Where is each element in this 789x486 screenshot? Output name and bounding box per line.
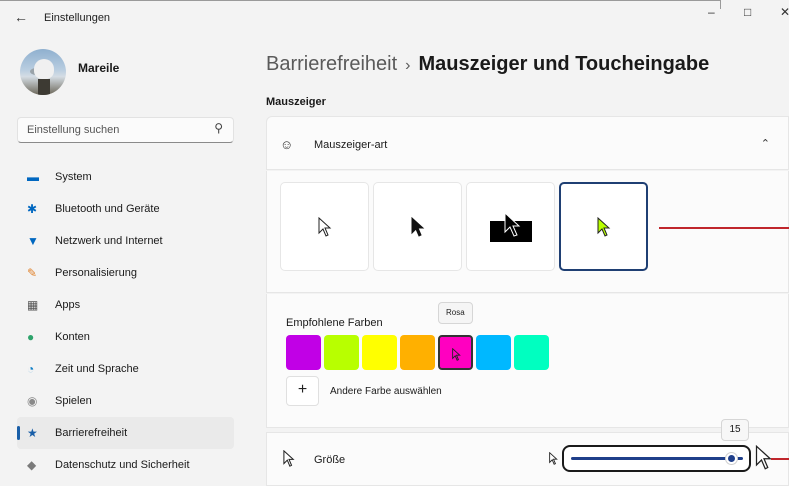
size-label: Größe <box>314 454 346 466</box>
sidebar-item-label: Barrierefreiheit <box>55 427 128 439</box>
apps-icon: ▦ <box>27 298 39 312</box>
maximize-button[interactable]: □ <box>744 5 751 19</box>
sidebar-item-spielen[interactable]: ◉ Spielen <box>17 385 234 417</box>
black-cursor-icon <box>411 216 424 237</box>
pointer-style-label: Mauszeiger-art <box>314 139 388 151</box>
sidebar-item-label: Bluetooth und Geräte <box>55 203 160 215</box>
page-title: Mauszeiger und Toucheingabe <box>418 53 710 75</box>
pointer-size-row: Größe <box>266 432 789 486</box>
white-cursor-icon <box>318 216 331 237</box>
pointer-style-inverted[interactable] <box>466 182 555 271</box>
pointer-style-black[interactable] <box>373 182 462 271</box>
sidebar-item-datenschutz-und-sicherheit[interactable]: ◆ Datenschutz und Sicherheit <box>17 449 234 481</box>
accessibility-icon: ★ <box>27 426 38 440</box>
search-icon[interactable]: ⚲ <box>214 121 223 135</box>
size-slider[interactable] <box>562 445 751 472</box>
minimize-button[interactable]: – <box>708 5 715 19</box>
pen-icon: ✎ <box>27 266 38 280</box>
sidebar-item-personalisierung[interactable]: ✎ Personalisierung <box>17 257 234 289</box>
cursor-style-icon: ☺ <box>280 137 294 152</box>
search-placeholder: Einstellung suchen <box>27 124 120 136</box>
avatar-post <box>38 79 50 95</box>
shield-icon: ◆ <box>27 458 37 472</box>
slider-track[interactable] <box>571 457 743 460</box>
back-arrow-icon[interactable]: ← <box>14 9 28 25</box>
sidebar-item-bluetooth-und-ger-te[interactable]: ✱ Bluetooth und Geräte <box>17 193 234 225</box>
recommended-colors-panel: Empfohlene Farben Rosa + Andere Farbe au… <box>266 294 789 428</box>
sidebar-item-label: Zeit und Sprache <box>55 363 139 375</box>
plus-icon: + <box>297 381 308 398</box>
pointer-style-white[interactable] <box>280 182 369 271</box>
sidebar-item-apps[interactable]: ▦ Apps <box>17 289 234 321</box>
avatar-seagull <box>34 59 54 79</box>
profile-name: Mareile <box>78 61 120 75</box>
sidebar-nav: ▬ System ✱ Bluetooth und Geräte ▼ Netzwerk un… <box>17 161 234 481</box>
inverted-cursor-icon <box>489 211 532 242</box>
color-swatch[interactable] <box>286 335 321 370</box>
search-input[interactable]: Einstellung suchen ⚲ <box>17 117 234 143</box>
annotation-line-top <box>659 227 789 229</box>
color-tooltip: Rosa <box>438 302 473 324</box>
size-cursor-icon <box>283 450 295 467</box>
recommended-colors-label: Empfohlene Farben <box>286 317 383 329</box>
color-swatch[interactable] <box>400 335 435 370</box>
app-title: Einstellungen <box>44 12 111 24</box>
sidebar-item-label: Apps <box>55 299 81 311</box>
chevron-up-icon[interactable]: ⌃ <box>761 137 770 150</box>
color-swatch[interactable] <box>476 335 511 370</box>
annotation-line-bottom <box>771 458 789 460</box>
small-cursor-icon <box>549 452 558 465</box>
slider-value-tooltip: 15 <box>721 419 749 441</box>
section-heading: Mauszeiger <box>266 96 326 108</box>
sidebar-item-system[interactable]: ▬ System <box>17 161 234 193</box>
add-color-button[interactable]: + <box>286 376 319 406</box>
close-button[interactable]: ✕ <box>780 5 789 19</box>
color-swatch[interactable] <box>514 335 549 370</box>
sidebar-item-label: Spielen <box>55 395 92 407</box>
pointer-style-header[interactable]: ☺ Mauszeiger-art ⌃ <box>266 116 789 170</box>
sidebar-item-label: Datenschutz und Sicherheit <box>55 459 190 471</box>
swatch-cursor-icon <box>452 348 461 361</box>
gamepad-icon: ◉ <box>27 394 38 408</box>
breadcrumb: Barrierefreiheit › Mauszeiger und Touchein… <box>266 53 709 76</box>
color-swatch[interactable] <box>324 335 359 370</box>
bluetooth-icon: ✱ <box>27 202 38 216</box>
slider-thumb[interactable] <box>724 452 738 465</box>
color-swatch[interactable] <box>362 335 397 370</box>
sidebar-item-konten[interactable]: ● Konten <box>17 321 234 353</box>
system-icon: ▬ <box>27 170 39 184</box>
globe-clock-icon: ◔ <box>27 362 35 376</box>
sidebar-item-label: System <box>55 171 92 183</box>
custom-color-label[interactable]: Andere Farbe auswählen <box>330 386 442 397</box>
title-bar: ← Einstellungen – □ ✕ <box>0 1 789 33</box>
breadcrumb-parent[interactable]: Barrierefreiheit <box>266 53 397 75</box>
person-icon: ● <box>27 330 35 344</box>
pointer-style-custom[interactable] <box>559 182 648 271</box>
breadcrumb-separator-icon: › <box>405 57 411 74</box>
sidebar-item-zeit-und-sprache[interactable]: ◔ Zeit und Sprache <box>17 353 234 385</box>
network-icon: ▼ <box>27 234 39 248</box>
sidebar-item-netzwerk-und-internet[interactable]: ▼ Netzwerk und Internet <box>17 225 234 257</box>
slider-thumb-dot <box>727 455 735 462</box>
sidebar-item-barrierefreiheit[interactable]: ★ Barrierefreiheit <box>17 417 234 449</box>
active-indicator <box>17 426 20 440</box>
color-swatch[interactable] <box>438 335 473 370</box>
sidebar-item-label: Netzwerk und Internet <box>55 235 163 247</box>
avatar[interactable] <box>20 49 66 95</box>
pointer-style-options <box>266 171 789 293</box>
sidebar-item-label: Personalisierung <box>55 267 137 279</box>
sidebar-item-label: Konten <box>55 331 90 343</box>
custom-color-cursor-icon <box>597 216 610 237</box>
